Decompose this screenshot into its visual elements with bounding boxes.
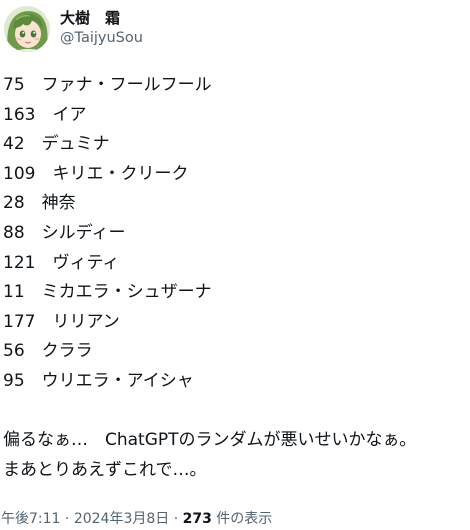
timestamp-time[interactable]: 午後7:11 [1,511,60,527]
anime-character-avatar-icon [4,6,50,52]
tweet: 大樹 霜 @TaijyuSou 75 ファナ・フールフール 163 イア 42 … [0,0,470,530]
tweet-text-line: 11 ミカエラ・シュザーナ [3,282,212,303]
user-handle[interactable]: @TaijyuSou [60,28,143,48]
meta-separator: · [169,511,183,527]
tweet-text-line: 121 ヴィティ [3,252,120,273]
tweet-text-line: 88 シルディー [3,222,126,243]
tweet-text-line: 28 神奈 [3,193,76,214]
tweet-meta: 午後7:11 · 2024年3月8日 · 273 件の表示 [1,509,272,529]
display-name[interactable]: 大樹 霜 [60,8,143,28]
tweet-text-line: 163 イア [3,104,87,125]
tweet-text-line: 75 ファナ・フールフール [3,75,212,95]
user-avatar[interactable] [4,6,50,52]
tweet-header: 大樹 霜 @TaijyuSou [0,4,470,56]
tweet-text-line: 177 リリアン [3,311,120,332]
tweet-text-line: 109 キリエ・クリーク [3,163,189,184]
views-label: 件の表示 [211,511,273,527]
tweet-comment-line: まあとりあえずこれで…。 [3,459,207,480]
tweet-text-line: 56 クララ [3,341,93,362]
timestamp-date[interactable]: 2024年3月8日 [74,511,169,527]
tweet-comment-line: 偏るなぁ… ChatGPTのランダムが悪いせいかなぁ。 [3,430,417,451]
meta-separator: · [60,511,74,527]
tweet-text-line: 95 ウリエラ・アイシャ [3,370,194,391]
views-count: 273 [182,511,212,527]
user-block: 大樹 霜 @TaijyuSou [60,8,143,48]
tweet-text-line: 42 デュミナ [3,134,110,155]
tweet-text: 75 ファナ・フールフール 163 イア 42 デュミナ 109 キリエ・クリー… [3,71,468,485]
